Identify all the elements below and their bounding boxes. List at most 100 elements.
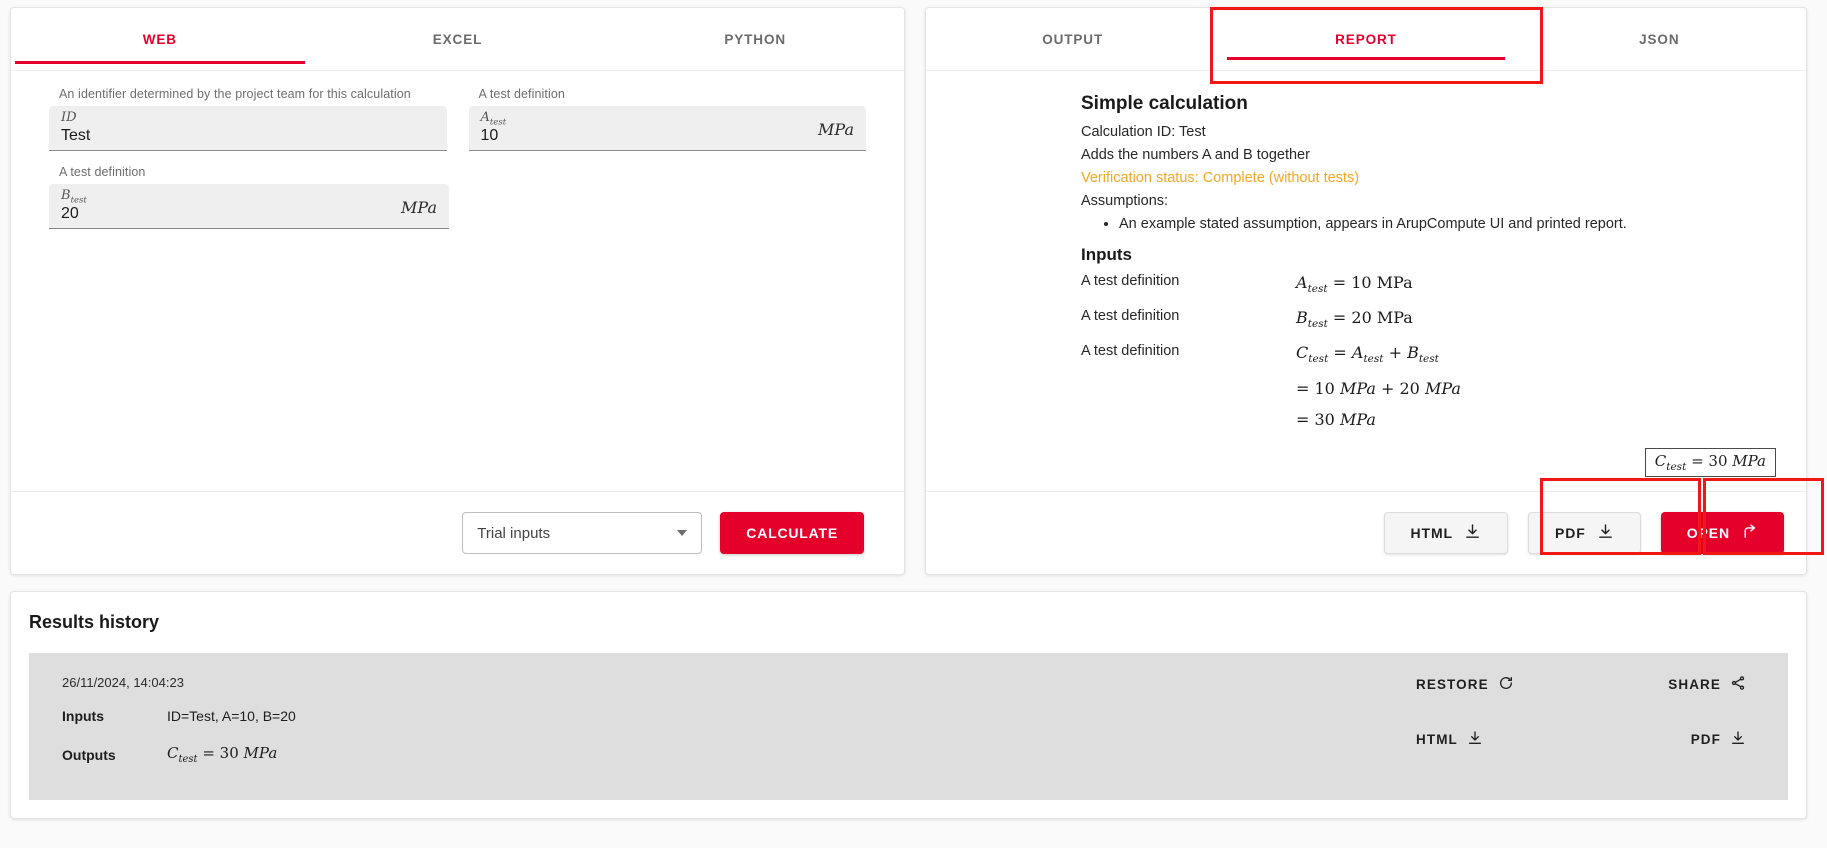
report-title: Simple calculation [1081,93,1248,114]
tab-output[interactable]: OUTPUT [926,8,1219,70]
tab-web-label: WEB [142,31,177,47]
left-tabbar: WEB EXCEL PYTHON [11,8,904,70]
report-input-row-a: A test definition Atest = 10 MPa [1081,273,1776,295]
assumptions-list: An example stated assumption, appears in… [1081,216,1776,232]
report-open-button[interactable]: OPEN [1660,512,1784,554]
history-pdf-button[interactable]: PDF [1691,730,1746,749]
report-input-b-desc: A test definition [1081,308,1180,325]
report-summary: Adds the numbers A and B together [1081,147,1310,163]
report-html-label: HTML [1410,525,1454,541]
verification-status: Verification status: Complete (without t… [1081,170,1360,186]
left-footer: Trial inputs CALCULATE [11,491,904,574]
tab-python-label: PYTHON [724,31,786,47]
results-history-card: Results history 26/11/2024, 14:04:23 Inp… [10,591,1807,819]
field-a-symbol: Atest [480,110,507,128]
report-calculation-id: Calculation ID: Test [1081,124,1206,140]
field-b-inner: Btest 20 [61,188,87,225]
field-a-input[interactable]: Atest 10 MPa [468,106,866,151]
report-input-c-desc: A test definition [1081,343,1180,360]
report-footer: HTML PDF OPEN [926,491,1806,574]
history-pdf-label: PDF [1690,732,1721,747]
report-card: OUTPUT REPORT JSON Simple calculation Ca… [925,7,1807,575]
assumptions-label: Assumptions: [1081,193,1169,209]
tab-report-label: REPORT [1335,31,1397,47]
refresh-icon [1498,675,1514,694]
tab-excel[interactable]: EXCEL [309,8,607,70]
tab-python[interactable]: PYTHON [606,8,904,70]
history-actions-row-1: RESTORE SHARE [1416,675,1746,694]
field-b-unit: MPa [401,198,437,217]
field-id: An identifier determined by the project … [49,87,447,151]
tab-web[interactable]: WEB [11,8,309,70]
field-id-symbol: ID [61,110,77,125]
report-input-a-desc: A test definition [1081,273,1180,289]
input-form: An identifier determined by the project … [11,71,904,491]
report-input-row-b: A test definition Btest = 20 MPa [1081,308,1776,330]
tab-report[interactable]: REPORT [1219,8,1512,70]
field-a-label: A test definition [478,87,565,101]
download-icon [1467,730,1483,749]
trial-inputs-select[interactable]: Trial inputs [462,512,703,554]
tab-output-label: OUTPUT [1042,31,1104,47]
report-content: Simple calculation Calculation ID: Test … [926,93,1806,429]
right-tabbar: OUTPUT REPORT JSON [926,8,1806,70]
report-pdf-button[interactable]: PDF [1528,512,1641,554]
field-b-label: A test definition [59,165,146,179]
share-label: SHARE [1668,677,1721,692]
report-input-c-cont-1: = 10 MPa + 20 MPa [1296,378,1461,398]
tab-excel-label: EXCEL [432,31,483,47]
open-external-icon [1741,523,1758,543]
field-a-inner: Atest 10 [480,110,507,147]
results-history-title: Results history [29,612,160,632]
trial-inputs-value: Trial inputs [477,524,551,542]
field-b-input[interactable]: Btest 20 MPa [49,184,449,229]
report-pdf-label: PDF [1555,525,1586,541]
history-inputs-label: Inputs [62,708,104,724]
report-input-a-rhs: = 10 MPa [1332,273,1413,292]
download-icon [1730,730,1746,749]
report-open-label: OPEN [1686,525,1730,541]
restore-label: RESTORE [1416,677,1489,692]
field-a: A test definition Atest 10 MPa [468,87,866,151]
tab-json-label: JSON [1639,31,1680,47]
report-input-b-math: Btest = 20 MPa [1296,308,1413,331]
history-outputs-value: Ctest = 30 MPa [167,744,278,765]
field-a-unit: MPa [818,120,854,139]
report-body: Simple calculation Calculation ID: Test … [926,71,1806,491]
report-input-a-math: Atest = 10 MPa [1296,273,1413,296]
field-id-value: Test [61,127,91,144]
history-html-label: HTML [1416,732,1458,747]
field-row-1: An identifier determined by the project … [49,87,866,165]
tab-json[interactable]: JSON [1513,8,1806,70]
history-actions-row-2: HTML PDF [1416,730,1746,749]
history-outputs-label: Outputs [62,746,116,763]
field-a-value: 10 [480,127,499,144]
calculate-button[interactable]: CALCULATE [720,512,864,554]
inputs-card: WEB EXCEL PYTHON An identifier determine… [10,7,905,575]
inputs-heading: Inputs [1081,245,1132,264]
report-input-c-cont-2: = 30 MPa [1296,409,1376,429]
history-actions: RESTORE SHARE HTML PDF [1416,675,1746,785]
download-icon [1597,523,1614,543]
report-input-b-rhs: = 20 MPa [1332,308,1413,328]
report-input-c-math: Ctest = Atest + Btest [1296,343,1439,366]
history-entry: 26/11/2024, 14:04:23 Inputs ID=Test, A=1… [29,653,1788,800]
share-icon [1730,675,1746,694]
report-input-row-c: A test definition Ctest = Atest + Btest [1081,343,1776,365]
top-row: WEB EXCEL PYTHON An identifier determine… [10,7,1817,575]
share-button[interactable]: SHARE [1668,675,1746,694]
field-row-2: A test definition Btest 20 MPa [49,165,866,243]
restore-button[interactable]: RESTORE [1416,675,1514,694]
field-id-inner: ID Test [61,110,91,147]
chevron-down-icon [677,530,688,536]
download-icon [1464,523,1481,543]
history-html-button[interactable]: HTML [1416,730,1483,749]
assumption-item: An example stated assumption, appears in… [1119,216,1776,232]
app-root: WEB EXCEL PYTHON An identifier determine… [0,0,1827,848]
history-inputs-value: ID=Test, A=10, B=20 [167,708,296,724]
report-html-button[interactable]: HTML [1383,512,1509,554]
field-id-input[interactable]: ID Test [49,106,447,151]
field-b: A test definition Btest 20 MPa [49,165,449,229]
field-b-symbol: Btest [61,188,87,206]
result-box: Ctest = 30 MPa [1644,448,1776,477]
